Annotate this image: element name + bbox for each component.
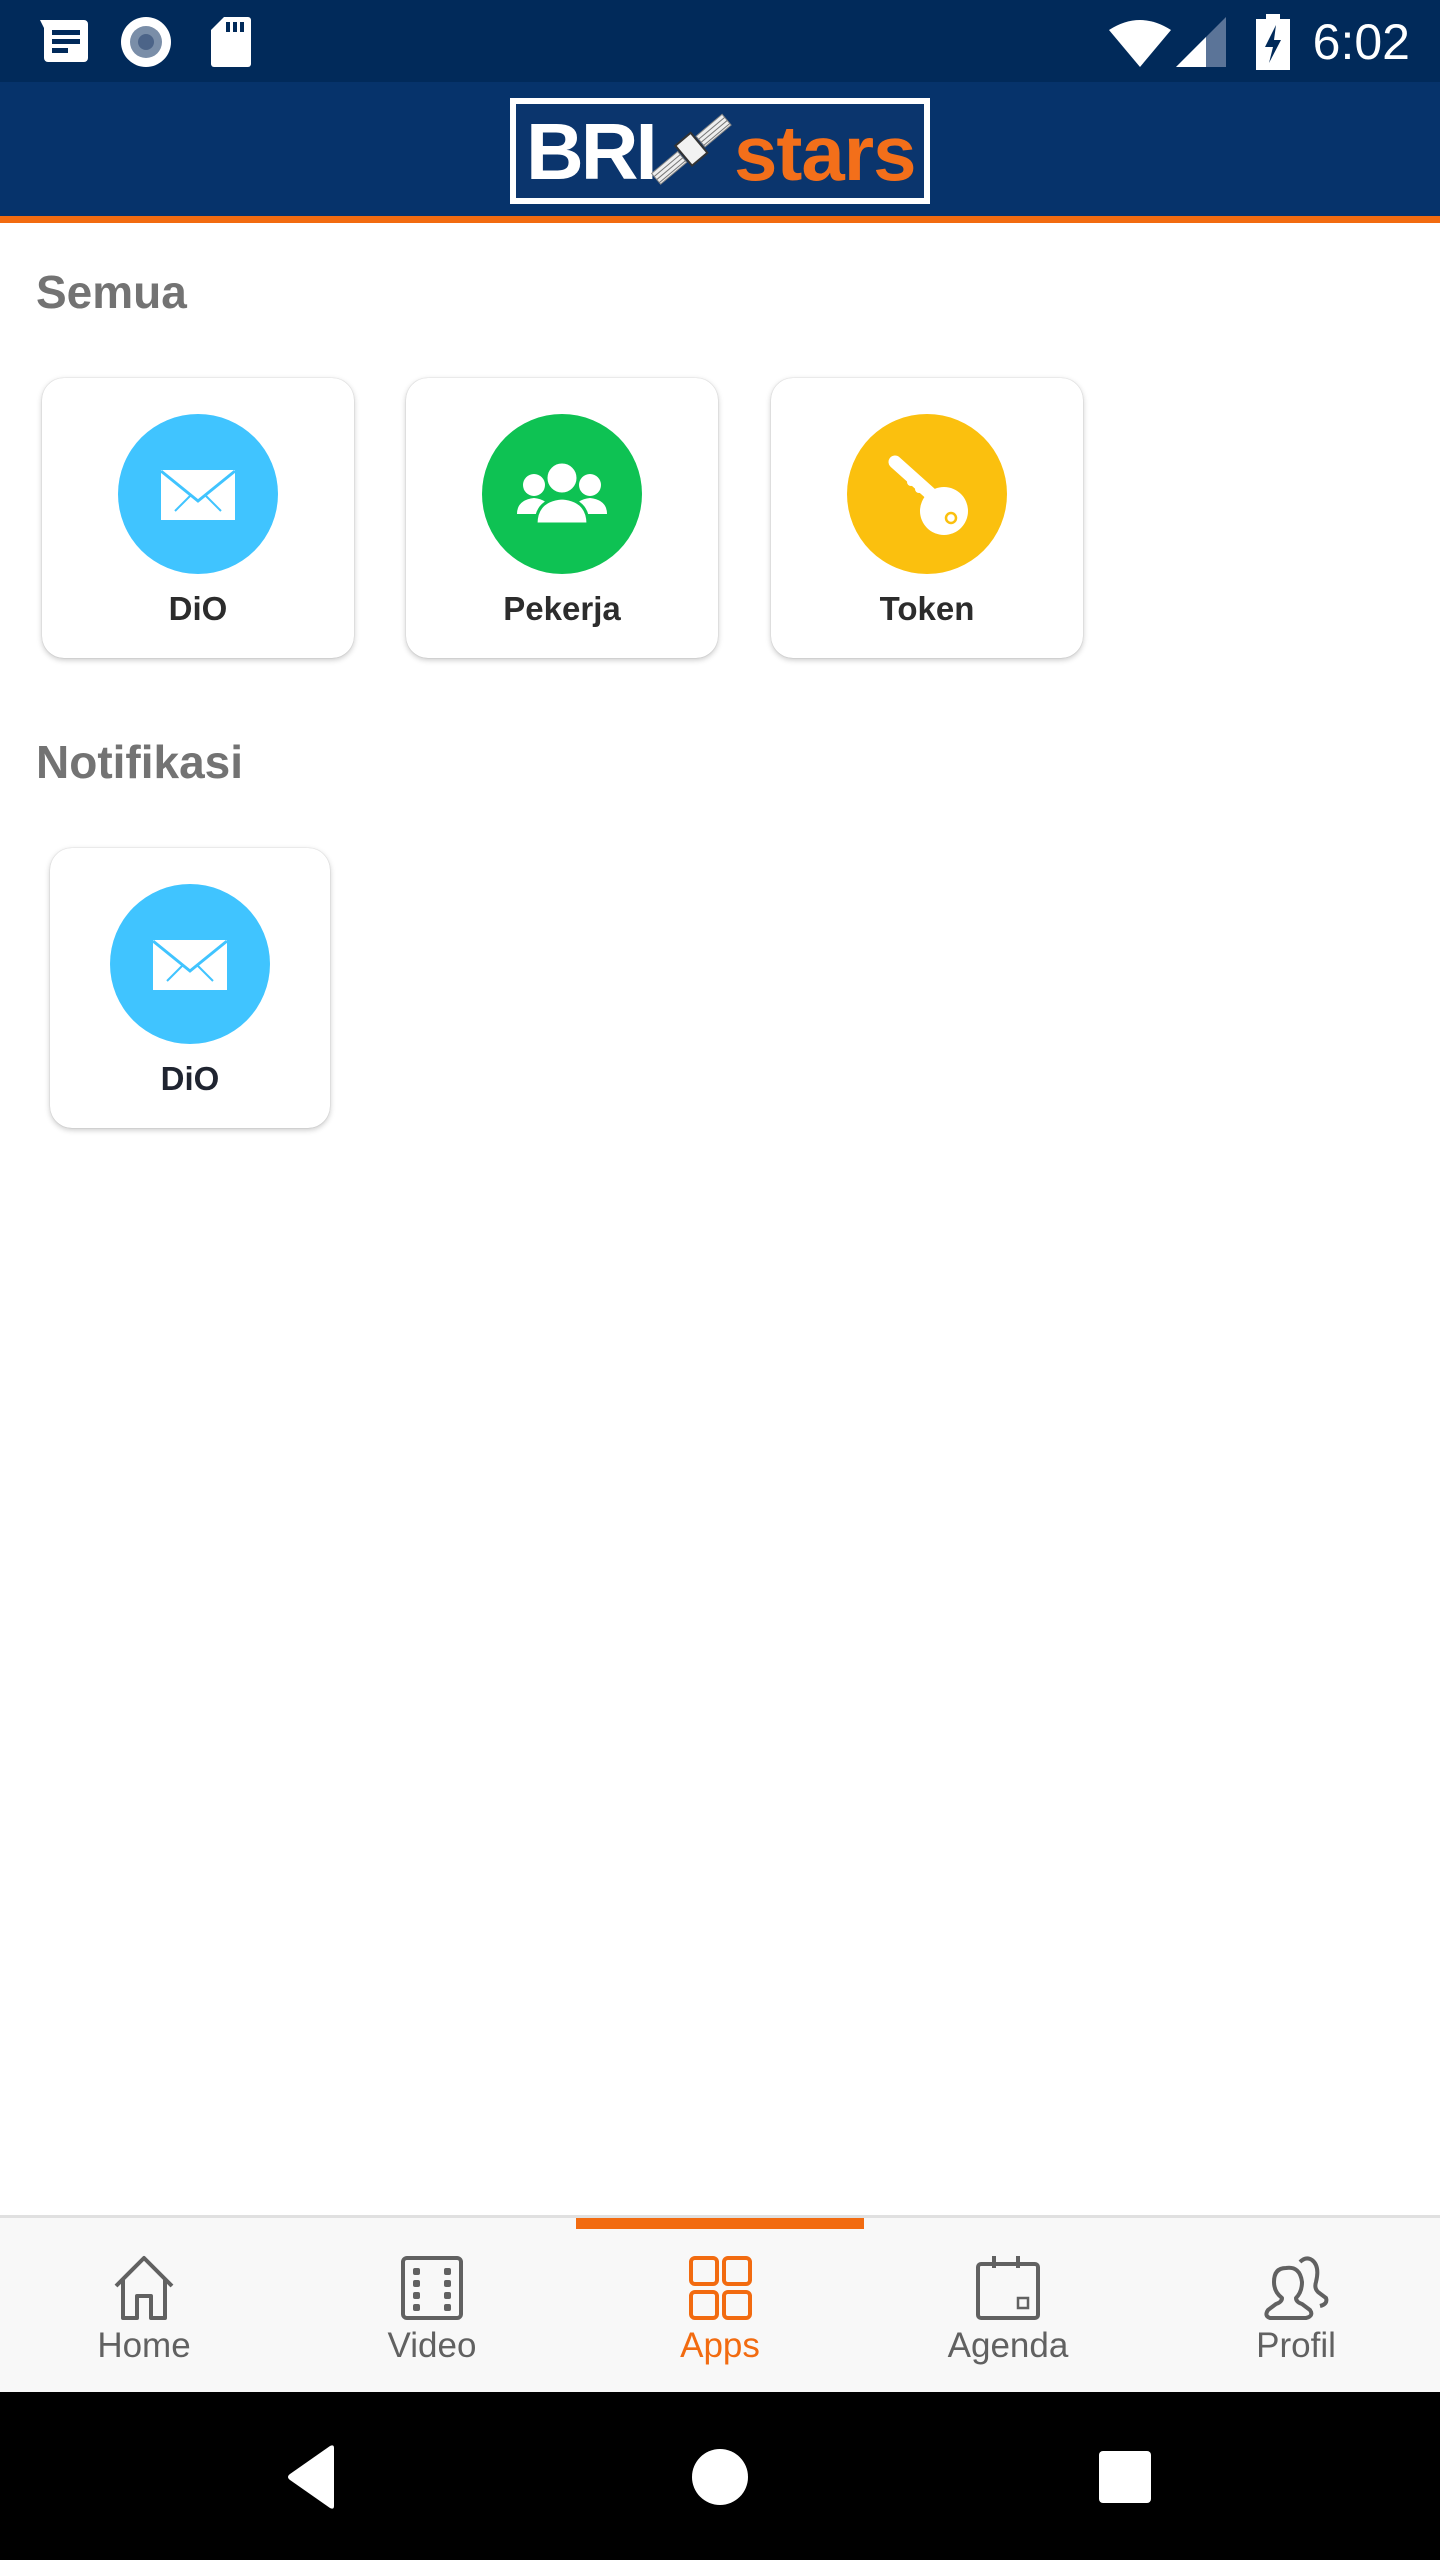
app-card-label: DiO [168,590,228,627]
app-card-token[interactable]: Token [771,378,1083,658]
app-header: BRI stars [0,82,1440,216]
key-icon [888,455,968,535]
app-card-dio[interactable]: DiO [42,378,354,658]
nav-tab-agenda[interactable]: Agenda [864,2218,1152,2392]
back-icon [288,2445,334,2509]
nav-label: Apps [680,2326,760,2365]
home-circle-icon [692,2449,748,2505]
app-card-label: DiO [160,1060,220,1097]
logo-text-stars: stars [734,109,916,197]
app-card-pekerja[interactable]: Pekerja [406,378,718,658]
nav-label: Video [387,2326,477,2365]
header-accent-line [0,216,1440,223]
system-navigation-bar [0,2392,1440,2560]
system-recents-button[interactable] [1085,2442,1165,2512]
section-title-semua: Semua [36,266,187,318]
app-icon-circle [482,414,642,574]
nav-tab-video[interactable]: Video [288,2218,576,2392]
satellite-icon [644,108,740,192]
cell-signal-icon [1176,16,1228,68]
app-card-label: Token [879,590,975,627]
app-icon-circle [110,884,270,1044]
mail-icon [160,469,236,520]
battery-charging-icon [1256,14,1290,70]
app-card-dio-notifikasi[interactable]: DiO [50,848,330,1128]
app-icon-circle [847,414,1007,574]
section-title-notifikasi: Notifikasi [36,736,244,788]
nav-label: Agenda [947,2326,1069,2365]
sd-card-icon [210,16,252,68]
clock: 6:02 [1312,14,1410,70]
nav-tab-home[interactable]: Home [0,2218,288,2392]
bottom-navigation: Home Video Apps Agenda Profil [0,2215,1440,2392]
nav-tab-profil[interactable]: Profil [1152,2218,1440,2392]
app-card-label: Pekerja [503,590,621,627]
wifi-icon [1108,16,1172,68]
nav-tab-apps[interactable]: Apps [576,2218,864,2392]
home-icon [114,2256,174,2320]
brand-logo: BRI stars [510,98,930,204]
app-icon-circle [118,414,278,574]
film-icon [401,2256,463,2320]
system-back-button[interactable] [276,2442,356,2512]
calendar-icon [976,2256,1040,2320]
status-bar: 6:02 [0,0,1440,82]
system-home-button[interactable] [680,2442,760,2512]
mail-icon [152,939,228,990]
logo-text-bri: BRI [526,107,658,196]
people-icon [517,460,607,526]
nav-label: Home [97,2326,191,2365]
message-icon [38,18,90,64]
recents-icon [1099,2451,1151,2503]
profile-icon [1264,2256,1329,2320]
grid-icon [689,2256,752,2320]
nav-label: Profil [1256,2326,1336,2365]
record-icon [120,16,172,68]
